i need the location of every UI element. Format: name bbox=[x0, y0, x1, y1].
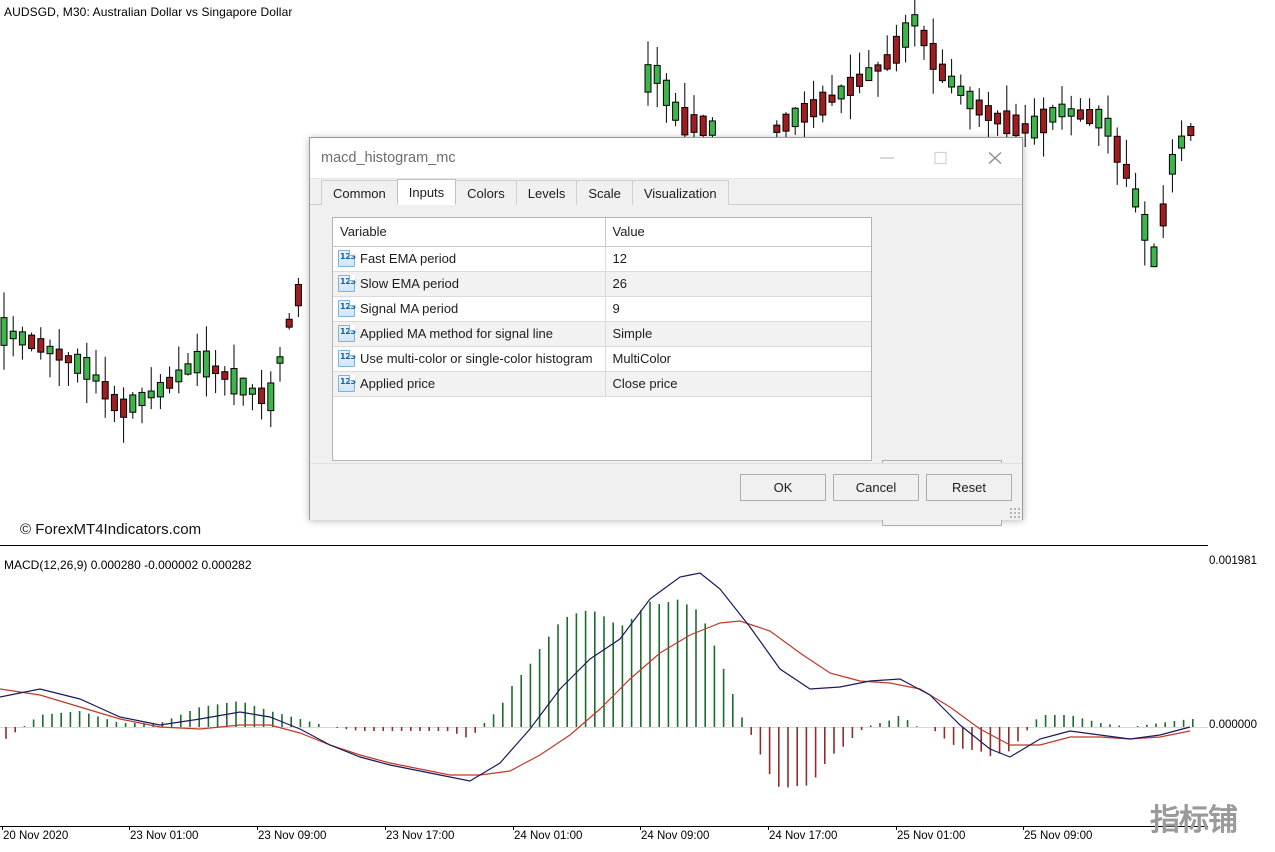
number-param-icon: 123 bbox=[338, 375, 356, 392]
parameter-label: Signal MA period bbox=[360, 301, 459, 316]
parameters-table: Variable Value 123 Fast EMA period 12 123 Sl… bbox=[333, 218, 871, 397]
time-tick-label: 25 Nov 01:00 bbox=[895, 826, 966, 842]
macd-indicator-pane[interactable] bbox=[0, 549, 1208, 826]
parameter-label: Applied price bbox=[360, 376, 436, 391]
copyright-watermark: © ForexMT4Indicators.com bbox=[20, 521, 202, 538]
time-axis-line bbox=[0, 826, 1208, 827]
macd-indicator-label: MACD(12,26,9) 0.000280 -0.000002 0.00028… bbox=[4, 558, 252, 572]
parameter-variable-cell: 123 Applied price bbox=[333, 371, 606, 397]
minimize-button[interactable] bbox=[864, 138, 910, 178]
parameter-value-cell[interactable]: MultiColor bbox=[605, 346, 871, 372]
time-tick-label: 20 Nov 2020 bbox=[1, 826, 69, 842]
pane-divider bbox=[0, 545, 1208, 548]
table-row[interactable]: 123 Use multi-color or single-color histo… bbox=[333, 346, 871, 372]
dialog-body: Variable Value 123 Fast EMA period 12 123 Sl… bbox=[310, 205, 1022, 526]
time-tick-label: 24 Nov 01:00 bbox=[512, 826, 583, 842]
cancel-button[interactable]: Cancel bbox=[833, 474, 919, 501]
close-button[interactable] bbox=[972, 138, 1018, 178]
macd-series bbox=[0, 572, 1194, 788]
parameter-value-cell[interactable]: Close price bbox=[605, 371, 871, 397]
site-watermark: 指标铺 bbox=[1150, 803, 1238, 838]
resize-grip[interactable] bbox=[1009, 507, 1020, 518]
time-axis[interactable]: 20 Nov 2020 23 Nov 01:00 23 Nov 09:00 23 No… bbox=[0, 826, 1208, 852]
dialog-tabstrip[interactable]: Common Inputs Colors Levels Scale Visualizati… bbox=[310, 179, 1022, 205]
parameters-table-container[interactable]: Variable Value 123 Fast EMA period 12 123 Sl… bbox=[332, 217, 872, 461]
time-tick-label: 23 Nov 09:00 bbox=[256, 826, 327, 842]
macd-tick-label: 0.000000 bbox=[1209, 719, 1257, 731]
number-param-icon: 123 bbox=[338, 275, 356, 292]
tab-inputs[interactable]: Inputs bbox=[396, 179, 457, 205]
dialog-footer: OK Cancel Reset bbox=[310, 463, 1022, 520]
parameter-value-cell[interactable]: 12 bbox=[605, 246, 871, 272]
time-tick-label: 24 Nov 09:00 bbox=[639, 826, 710, 842]
parameter-variable-cell: 123 Applied MA method for signal line bbox=[333, 321, 606, 347]
number-param-icon: 123 bbox=[338, 350, 356, 367]
indicator-properties-dialog[interactable]: macd_histogram_mc Common Inputs Colors Leve… bbox=[309, 137, 1023, 526]
table-row[interactable]: 123 Fast EMA period 12 bbox=[333, 246, 871, 272]
parameter-label: Use multi-color or single-color histogra… bbox=[360, 351, 593, 366]
number-param-icon: 123 bbox=[338, 300, 356, 317]
table-row[interactable]: 123 Applied MA method for signal line Simp… bbox=[333, 321, 871, 347]
parameter-label: Fast EMA period bbox=[360, 251, 457, 266]
reset-button[interactable]: Reset bbox=[926, 474, 1012, 501]
maximize-icon bbox=[934, 151, 947, 165]
tab-scale[interactable]: Scale bbox=[576, 180, 633, 205]
number-param-icon: 123 bbox=[338, 325, 356, 342]
parameter-value-cell[interactable]: 26 bbox=[605, 271, 871, 297]
parameter-variable-cell: 123 Fast EMA period bbox=[333, 246, 606, 272]
tab-common[interactable]: Common bbox=[321, 180, 398, 205]
tab-visualization[interactable]: Visualization bbox=[631, 180, 729, 205]
parameter-variable-cell: 123 Signal MA period bbox=[333, 296, 606, 322]
time-tick-label: 23 Nov 01:00 bbox=[128, 826, 199, 842]
parameter-value-cell[interactable]: Simple bbox=[605, 321, 871, 347]
table-row[interactable]: 123 Applied price Close price bbox=[333, 371, 871, 397]
dialog-title: macd_histogram_mc bbox=[321, 150, 456, 166]
minimize-icon bbox=[880, 157, 894, 159]
time-tick-label: 23 Nov 17:00 bbox=[384, 826, 455, 842]
number-param-icon: 123 bbox=[338, 250, 356, 267]
tab-levels[interactable]: Levels bbox=[515, 180, 578, 205]
column-header-variable: Variable bbox=[333, 218, 606, 247]
parameter-value-cell[interactable]: 9 bbox=[605, 296, 871, 322]
table-row[interactable]: 123 Slow EMA period 26 bbox=[333, 271, 871, 297]
dialog-titlebar[interactable]: macd_histogram_mc bbox=[310, 138, 1022, 179]
mt4-terminal-window: AUDSGD, M30: Australian Dollar vs Singap… bbox=[0, 0, 1275, 852]
column-header-value: Value bbox=[605, 218, 871, 247]
maximize-button[interactable] bbox=[918, 138, 964, 178]
parameter-variable-cell: 123 Slow EMA period bbox=[333, 271, 606, 297]
time-tick-label: 25 Nov 09:00 bbox=[1022, 826, 1093, 842]
parameter-label: Slow EMA period bbox=[360, 276, 459, 291]
ok-button[interactable]: OK bbox=[740, 474, 826, 501]
close-icon bbox=[988, 152, 1002, 164]
chart-symbol-label: AUDSGD, M30: Australian Dollar vs Singap… bbox=[4, 5, 293, 19]
time-tick-label: 24 Nov 17:00 bbox=[767, 826, 838, 842]
parameter-variable-cell: 123 Use multi-color or single-color histo… bbox=[333, 346, 606, 372]
tab-colors[interactable]: Colors bbox=[455, 180, 517, 205]
macd-tick-label: 0.001981 bbox=[1209, 555, 1257, 567]
table-header-row: Variable Value bbox=[333, 218, 871, 247]
parameter-label: Applied MA method for signal line bbox=[360, 326, 553, 341]
table-row[interactable]: 123 Signal MA period 9 bbox=[333, 296, 871, 322]
